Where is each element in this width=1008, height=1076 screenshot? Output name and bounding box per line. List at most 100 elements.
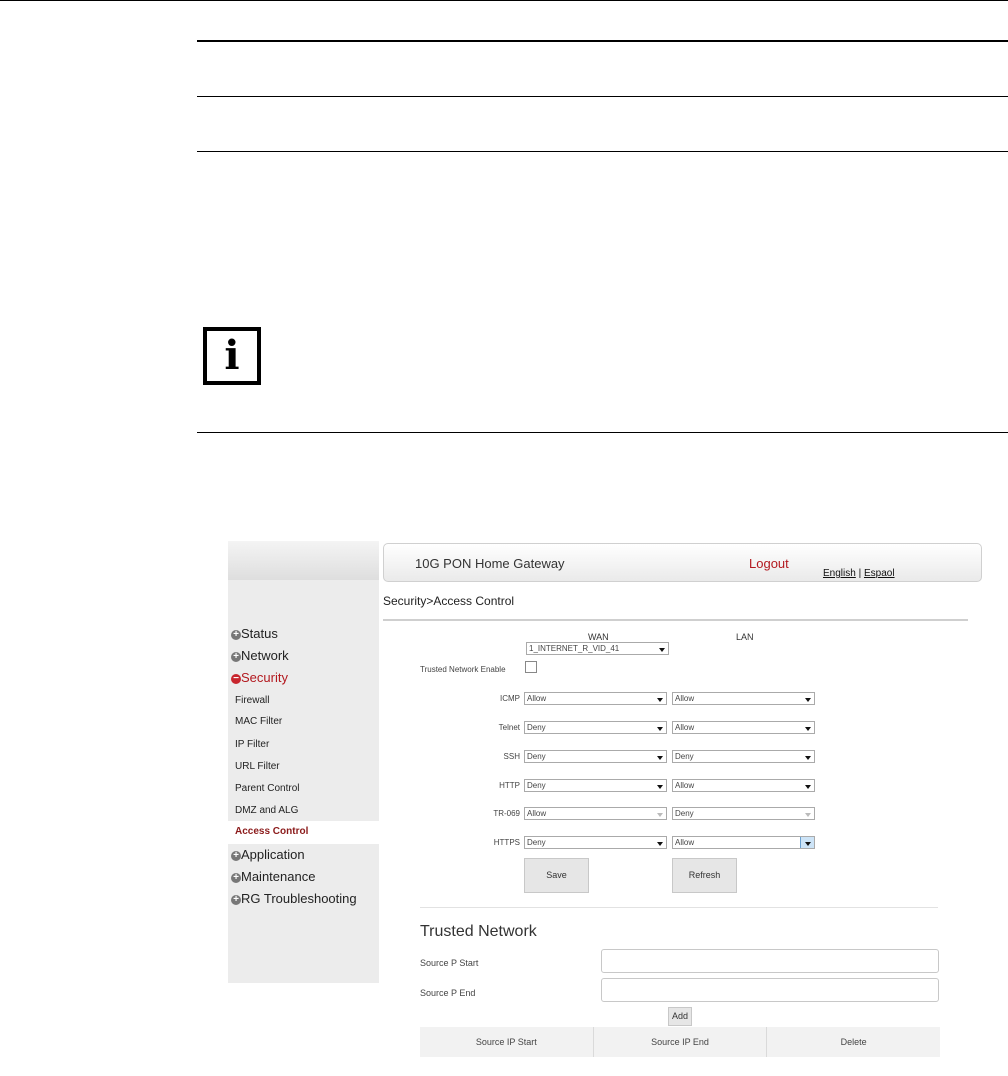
row-label-ssh: SSH: [503, 752, 520, 761]
row-label-https: HTTPS: [493, 838, 520, 847]
nav-label: Status: [241, 626, 278, 641]
select-value: Deny: [527, 838, 546, 847]
nav-label: Security: [241, 670, 288, 685]
expand-icon: +: [231, 652, 241, 662]
telnet-wan-select[interactable]: Deny: [524, 721, 667, 734]
sub-access-control[interactable]: Access Control: [228, 821, 379, 844]
language-switch: English | Espaol: [823, 568, 895, 579]
info-icon: i: [203, 327, 261, 385]
espanol-link[interactable]: Espaol: [864, 568, 895, 579]
trusted-enable-checkbox[interactable]: [525, 661, 537, 673]
ssh-lan-select[interactable]: Deny: [672, 750, 815, 763]
column-header-source-ip-start: Source IP Start: [420, 1027, 594, 1057]
chevron-down-icon: [805, 813, 811, 817]
expand-icon: +: [231, 873, 241, 883]
chevron-down-icon: [657, 756, 663, 760]
wan-interface-value: 1_INTERNET_R_VID_41: [529, 644, 620, 653]
tr069-wan-select[interactable]: Allow: [524, 807, 667, 820]
select-value: Allow: [675, 781, 695, 790]
source-ip-end-label: Source P End: [420, 988, 476, 998]
sidebar-header: [228, 541, 379, 580]
http-lan-select[interactable]: Allow: [672, 779, 815, 792]
nav-application[interactable]: + Application: [228, 847, 305, 862]
https-lan-select[interactable]: Allow: [672, 836, 815, 849]
sub-access-control-label: Access Control: [235, 826, 309, 837]
table-rule-2: [197, 96, 1008, 97]
row-label-icmp: ICMP: [500, 694, 520, 703]
sub-firewall[interactable]: Firewall: [235, 695, 269, 706]
select-value: Deny: [675, 809, 694, 818]
select-value: Deny: [527, 723, 546, 732]
chevron-down-icon: [657, 842, 663, 846]
row-label-http: HTTP: [499, 781, 520, 790]
lang-separator: |: [855, 568, 864, 579]
chevron-down-icon: [657, 727, 663, 731]
select-value: Allow: [675, 838, 695, 847]
trusted-table-header: Source IP Start Source IP End Delete: [420, 1027, 940, 1057]
chevron-down-icon: [657, 813, 663, 817]
sub-parent-control[interactable]: Parent Control: [235, 783, 299, 794]
telnet-lan-select[interactable]: Allow: [672, 721, 815, 734]
source-ip-start-input[interactable]: [601, 949, 939, 973]
tr069-lan-select[interactable]: Deny: [672, 807, 815, 820]
nav-label: Network: [241, 648, 289, 663]
english-link[interactable]: English: [823, 568, 856, 579]
chevron-down-icon: [805, 785, 811, 789]
chevron-down-icon: [805, 842, 811, 846]
refresh-button[interactable]: Refresh: [672, 858, 737, 893]
select-value: Allow: [527, 694, 547, 703]
row-label-telnet: Telnet: [498, 723, 520, 732]
nav-label: RG Troubleshooting: [241, 891, 357, 906]
nav-label: Maintenance: [241, 869, 316, 884]
ssh-wan-select[interactable]: Deny: [524, 750, 667, 763]
trusted-network-title: Trusted Network: [420, 923, 537, 940]
select-value: Allow: [527, 809, 547, 818]
chevron-down-icon: [657, 698, 663, 702]
note-rule: [197, 432, 1008, 433]
nav-label: Application: [241, 847, 305, 862]
nav-rg-troubleshooting[interactable]: + RG Troubleshooting: [228, 891, 357, 906]
gateway-screenshot: + Status + Network − Security Firewall MAC …: [228, 541, 982, 1074]
top-rule: [0, 0, 1008, 1]
breadcrumb-divider: [383, 619, 968, 621]
select-value: Deny: [527, 781, 546, 790]
sub-mac-filter[interactable]: MAC Filter: [235, 716, 282, 727]
wan-interface-select[interactable]: 1_INTERNET_R_VID_41: [526, 642, 669, 655]
select-value: Allow: [675, 723, 695, 732]
logout-link[interactable]: Logout: [749, 556, 789, 571]
lan-header: LAN: [736, 632, 754, 642]
column-header-source-ip-end: Source IP End: [594, 1027, 768, 1057]
chevron-down-icon: [659, 648, 665, 652]
chevron-down-icon: [657, 785, 663, 789]
chevron-down-icon: [805, 698, 811, 702]
save-button[interactable]: Save: [524, 858, 589, 893]
table-rule-3: [197, 151, 1008, 152]
sub-url-filter[interactable]: URL Filter: [235, 761, 280, 772]
expand-icon: +: [231, 895, 241, 905]
nav-network[interactable]: + Network: [228, 648, 289, 663]
select-value: Deny: [527, 752, 546, 761]
sub-ip-filter[interactable]: IP Filter: [235, 739, 269, 750]
trusted-enable-label: Trusted Network Enable: [420, 665, 506, 674]
https-wan-select[interactable]: Deny: [524, 836, 667, 849]
app-title: 10G PON Home Gateway: [415, 556, 565, 571]
sub-dmz-alg[interactable]: DMZ and ALG: [235, 805, 298, 816]
wan-header: WAN: [588, 632, 609, 642]
select-value: Deny: [675, 752, 694, 761]
icmp-wan-select[interactable]: Allow: [524, 692, 667, 705]
http-wan-select[interactable]: Deny: [524, 779, 667, 792]
icmp-lan-select[interactable]: Allow: [672, 692, 815, 705]
expand-icon: +: [231, 630, 241, 640]
table-rule-1: [197, 40, 1008, 42]
expand-icon: +: [231, 851, 241, 861]
section-divider: [420, 907, 938, 908]
nav-maintenance[interactable]: + Maintenance: [228, 869, 315, 884]
source-ip-start-label: Source P Start: [420, 958, 479, 968]
add-button[interactable]: Add: [668, 1007, 692, 1026]
sidebar: + Status + Network − Security Firewall MAC …: [228, 580, 379, 983]
nav-security[interactable]: − Security: [228, 670, 288, 685]
app-header: 10G PON Home Gateway Logout English | Es…: [383, 543, 982, 582]
nav-status[interactable]: + Status: [228, 626, 278, 641]
collapse-icon: −: [231, 674, 241, 684]
source-ip-end-input[interactable]: [601, 978, 939, 1002]
